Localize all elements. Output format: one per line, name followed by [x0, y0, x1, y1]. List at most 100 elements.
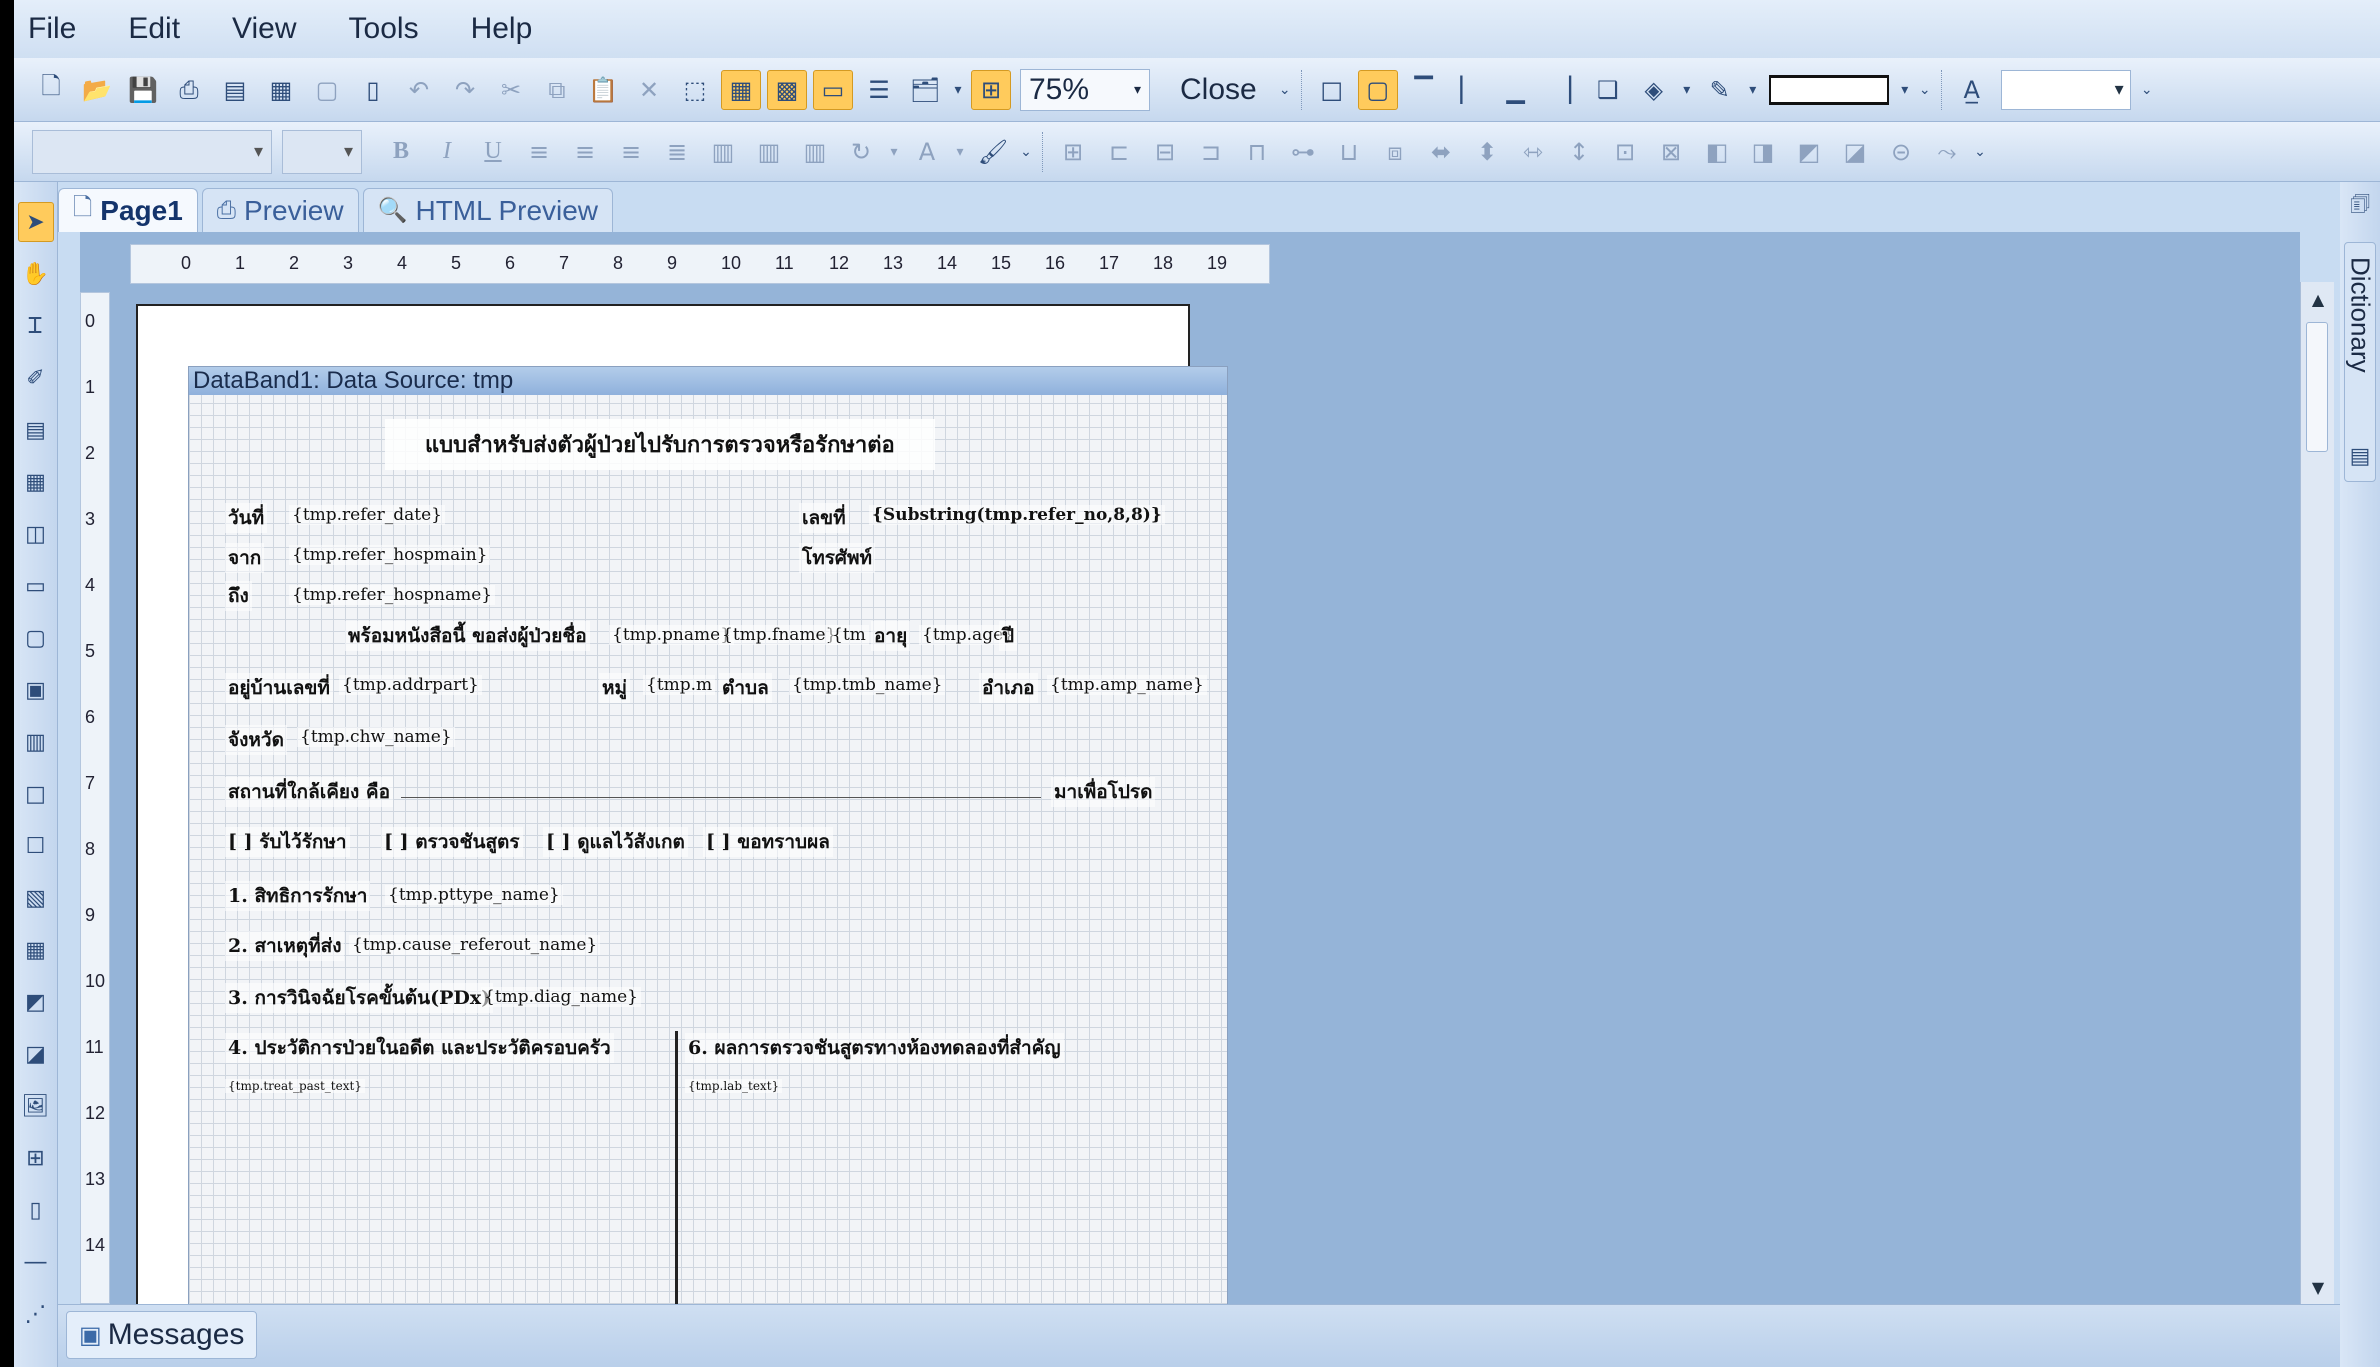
year-label[interactable]: ปี	[999, 621, 1018, 651]
section6-label[interactable]: 6. ผลการตรวจชันสูตรทางห้องทดลองที่สำคัญ	[685, 1033, 1064, 1063]
option-lab-test[interactable]: [ ] ตรวจชันสูตร	[381, 827, 523, 857]
section2-field[interactable]: {tmp.cause_referout_name}	[349, 935, 601, 955]
toolbar-overflow-icon[interactable]: ⌄	[1973, 132, 1987, 172]
border-none-icon[interactable]: ▢	[1357, 69, 1398, 110]
image-component-icon[interactable]: ▣	[18, 670, 54, 710]
text-editor-icon[interactable]: Ꮖ	[18, 306, 54, 346]
section3-label[interactable]: 3. การวินิจฉัยโรคขั้นต้น(PDx)	[225, 983, 494, 1013]
column-divider[interactable]	[675, 1031, 678, 1307]
format-brush-icon[interactable]: ✐	[18, 358, 54, 398]
panel-icon[interactable]: ◫	[18, 514, 54, 554]
from-label[interactable]: จาก	[225, 543, 265, 573]
border-bottom-icon[interactable]: ▁	[1496, 70, 1536, 110]
align-middles-icon[interactable]: ⊶	[1283, 132, 1323, 172]
undo-icon[interactable]: ↶	[399, 70, 439, 110]
nearby-label[interactable]: สถานที่ใกล้เคียง คือ	[225, 777, 394, 807]
more-components-icon[interactable]: ⋰	[18, 1294, 54, 1334]
address-label[interactable]: อยู่บ้านเลขที่	[225, 673, 333, 703]
zip-code-icon[interactable]: ◪	[18, 1034, 54, 1074]
refer-no-field[interactable]: {Substring(tmp.refer_no,8,8)}	[869, 505, 1165, 525]
make-same-size-icon[interactable]: ⧈	[1375, 132, 1415, 172]
align-left-icon[interactable]: ≡	[519, 132, 559, 172]
address-field[interactable]: {tmp.addrpart}	[339, 675, 482, 695]
section6-field[interactable]: {tmp.lab_text}	[685, 1079, 783, 1093]
align-to-grid-icon[interactable]: ▩	[767, 69, 807, 110]
move-backward-icon[interactable]: ◪	[1835, 132, 1875, 172]
vertical-scrollbar[interactable]: ▲ ▼	[2300, 282, 2334, 1304]
fill-color-icon[interactable]: ◈	[1634, 70, 1674, 110]
delete-page-icon[interactable]: ▢	[307, 70, 347, 110]
zoom-select[interactable]: 75% ▾	[1020, 68, 1150, 111]
tab-page1[interactable]: 🗋 Page1	[58, 188, 198, 232]
province-field[interactable]: {tmp.chw_name}	[297, 727, 455, 747]
dropdown-arrow-icon[interactable]: ▾	[1746, 70, 1760, 110]
province-label[interactable]: จังหวัด	[225, 725, 287, 755]
align-bottoms-icon[interactable]: ⊔	[1329, 132, 1369, 172]
date-field[interactable]: {tmp.refer_date}	[289, 505, 445, 525]
line-style-select[interactable]	[1768, 74, 1889, 105]
messages-tab[interactable]: ▣ Messages	[66, 1311, 258, 1359]
amphur-label[interactable]: อำเภอ	[979, 673, 1038, 703]
table-component-icon[interactable]: ▦	[18, 930, 54, 970]
from-field[interactable]: {tmp.refer_hospmain}	[289, 545, 491, 565]
spacing-horizontal-icon[interactable]: ⇿	[1513, 132, 1553, 172]
design-surface[interactable]: 0 1 2 3 4 5 6 7 8 9 10 11 12 13 14 15 16 17 18 19 012345678…	[80, 232, 2300, 1307]
link-icon[interactable]: ⤳	[1927, 132, 1967, 172]
font-name-select[interactable]: ▾	[32, 129, 272, 174]
dropdown-arrow-icon[interactable]: ▾	[951, 70, 965, 110]
dropdown-arrow-icon[interactable]: ▾	[953, 132, 967, 172]
paste-icon[interactable]: 📋	[583, 70, 623, 110]
checkbox-component-icon[interactable]: ☐	[18, 826, 54, 866]
copy-icon[interactable]: ⧉	[537, 70, 577, 110]
show-headers-icon[interactable]: ▭	[813, 69, 853, 110]
text-rotation-icon[interactable]: ↻	[841, 132, 881, 172]
close-button[interactable]: Close	[1162, 68, 1275, 112]
rectangle-icon[interactable]: ▯	[18, 1190, 54, 1230]
tab-preview[interactable]: ⎙ Preview	[201, 188, 359, 232]
shape-icon[interactable]: □	[18, 774, 54, 814]
align-center-icon[interactable]: ≡	[565, 132, 605, 172]
toolbar-overflow-icon[interactable]: ⌄	[1918, 70, 1932, 110]
toolbar-overflow-icon[interactable]: ⌄	[1278, 70, 1292, 110]
send-back-icon[interactable]: ◨	[1743, 132, 1783, 172]
to-field[interactable]: {tmp.refer_hospname}	[289, 585, 496, 605]
align-middle-icon[interactable]: ▥	[749, 132, 789, 172]
shadow-icon[interactable]: ❑	[1588, 70, 1628, 110]
make-same-width-icon[interactable]: ⬌	[1421, 132, 1461, 172]
fname-field[interactable]: {tmp.fname}	[719, 625, 840, 645]
section3-field[interactable]: {tmp.diag_name}	[481, 987, 641, 1007]
delete-icon[interactable]: ✕	[629, 70, 669, 110]
border-right-icon[interactable]: ▕	[1542, 70, 1582, 110]
scrollbar-thumb[interactable]	[2306, 322, 2328, 452]
age-label[interactable]: อายุ	[871, 621, 911, 651]
option-observe[interactable]: [ ] ดูแลไว้สังเกต	[543, 827, 688, 857]
phone-label[interactable]: โทรศัพท์	[799, 543, 876, 573]
amphur-field[interactable]: {tmp.amp_name}	[1047, 675, 1207, 695]
report-tree-icon[interactable]: ▤	[2344, 438, 2376, 474]
menu-edit[interactable]: Edit	[128, 12, 180, 46]
align-centers-icon[interactable]: ⊟	[1145, 132, 1185, 172]
font-size-select[interactable]: ▾	[282, 129, 362, 174]
refer-no-label[interactable]: เลขที่	[799, 503, 849, 533]
align-top-icon[interactable]: ▥	[703, 132, 743, 172]
align-tops-icon[interactable]: ⊓	[1237, 132, 1277, 172]
border-left-icon[interactable]: ▏	[1450, 70, 1490, 110]
style-designer-icon[interactable]: A̲	[1952, 70, 1992, 110]
menu-tools[interactable]: Tools	[349, 12, 419, 46]
bands-icon[interactable]: ▤	[18, 410, 54, 450]
open-folder-icon[interactable]: 📂	[77, 70, 117, 110]
cross-bands-icon[interactable]: ▦	[18, 462, 54, 502]
border-top-icon[interactable]: ▔	[1404, 70, 1444, 110]
align-lefts-icon[interactable]: ⊏	[1099, 132, 1139, 172]
spacing-vertical-icon[interactable]: ↕	[1559, 132, 1599, 172]
band-header[interactable]: DataBand1: Data Source: tmp	[189, 367, 1227, 395]
lock-icon[interactable]: ⊝	[1881, 132, 1921, 172]
bold-icon[interactable]: B	[381, 132, 421, 172]
cut-icon[interactable]: ✂	[491, 70, 531, 110]
center-vertical-icon[interactable]: ⊠	[1651, 132, 1691, 172]
pname-field[interactable]: {tmp.pname}	[609, 625, 735, 645]
justify-icon[interactable]: ≣	[657, 132, 697, 172]
barcode-icon[interactable]: ▥	[18, 722, 54, 762]
font-color-icon[interactable]: A	[907, 132, 947, 172]
moo-field[interactable]: {tmp.m	[643, 675, 716, 695]
